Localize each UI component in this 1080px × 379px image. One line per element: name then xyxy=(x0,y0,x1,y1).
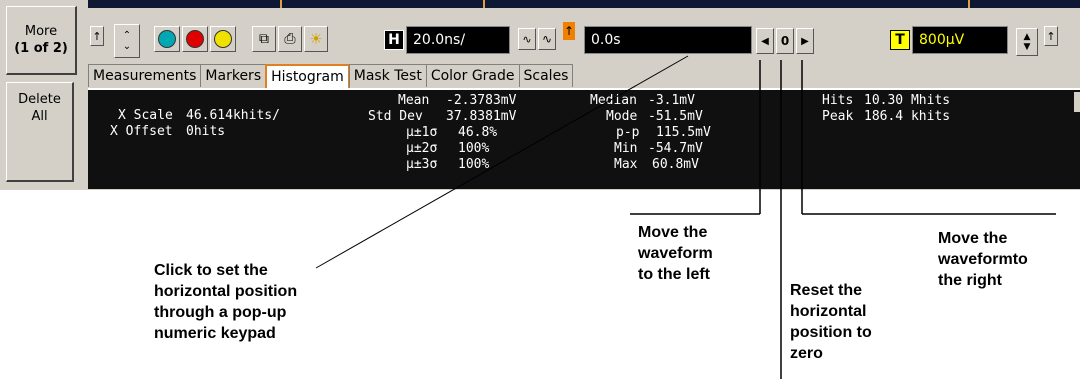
keypad-callout: Click to set the horizontal position thr… xyxy=(154,262,298,342)
move-right-callout: Move the waveformto the right xyxy=(938,230,1028,289)
reset-callout: Reset the horizontal position to zero xyxy=(790,282,872,362)
move-left-callout: Move the waveform to the left xyxy=(638,224,713,283)
